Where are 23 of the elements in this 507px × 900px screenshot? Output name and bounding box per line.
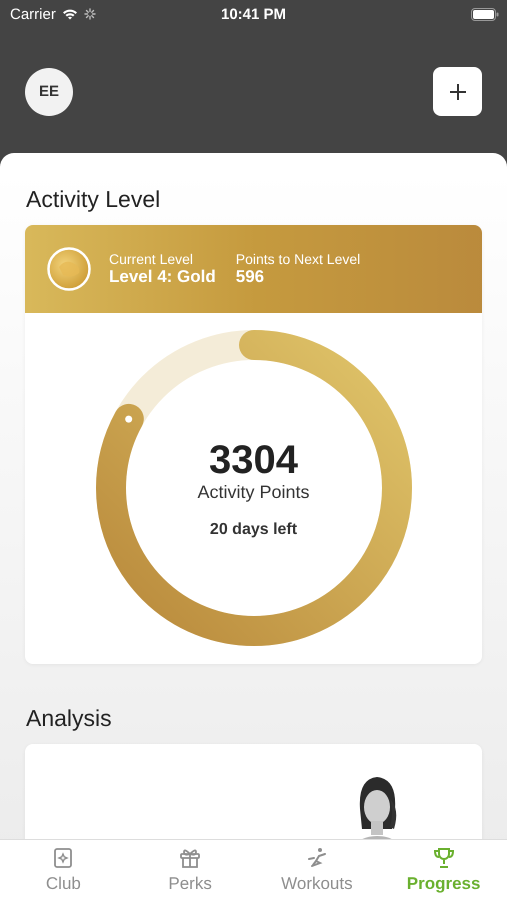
current-level-label: Current Level bbox=[109, 251, 194, 267]
next-level-points: 596 bbox=[236, 267, 266, 287]
wifi-icon bbox=[62, 8, 78, 20]
current-level-value: Level 4: Gold bbox=[109, 267, 216, 287]
avatar[interactable]: EE bbox=[25, 68, 73, 116]
carrier-label: Carrier bbox=[10, 6, 56, 22]
medal-icon bbox=[47, 247, 91, 291]
tab[interactable]: Workouts bbox=[254, 840, 380, 900]
section-title: Activity Level bbox=[26, 185, 162, 213]
days-left: 20 days left bbox=[210, 521, 298, 539]
battery-icon bbox=[471, 8, 499, 20]
section-title: Analysis bbox=[26, 704, 113, 732]
tab[interactable]: Club bbox=[0, 840, 127, 900]
loading-icon bbox=[84, 8, 96, 20]
next-level-label: Points to Next Level bbox=[236, 251, 360, 267]
add-button[interactable] bbox=[433, 67, 482, 116]
plus-icon bbox=[448, 82, 466, 100]
tab[interactable]: Perks bbox=[126, 840, 254, 900]
tab[interactable]: Progress bbox=[380, 840, 507, 900]
points-value: 3304 bbox=[209, 438, 298, 482]
clock-time: 10:41 PM bbox=[220, 6, 286, 22]
points-label: Activity Points bbox=[197, 482, 310, 503]
trophy-icon bbox=[432, 846, 456, 870]
